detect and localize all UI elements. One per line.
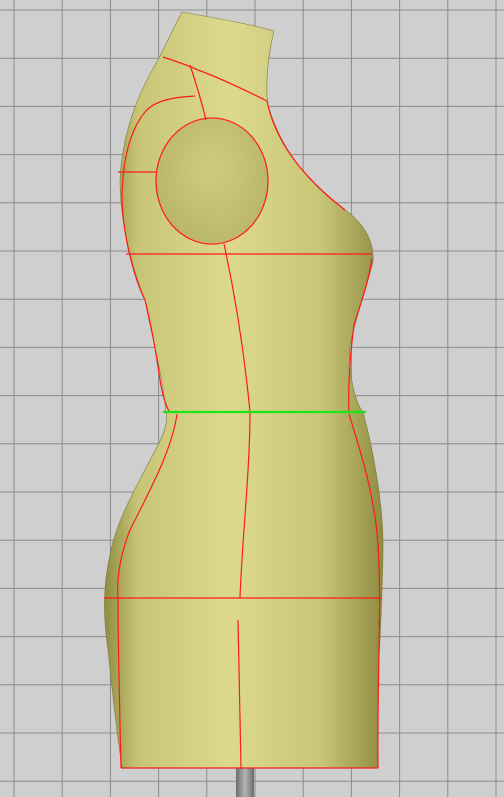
mannequin-arm-stump[interactable]: [156, 119, 268, 243]
3d-viewport[interactable]: [0, 0, 504, 797]
mannequin-stand[interactable]: [236, 766, 254, 797]
viewport-scene[interactable]: [0, 0, 504, 797]
